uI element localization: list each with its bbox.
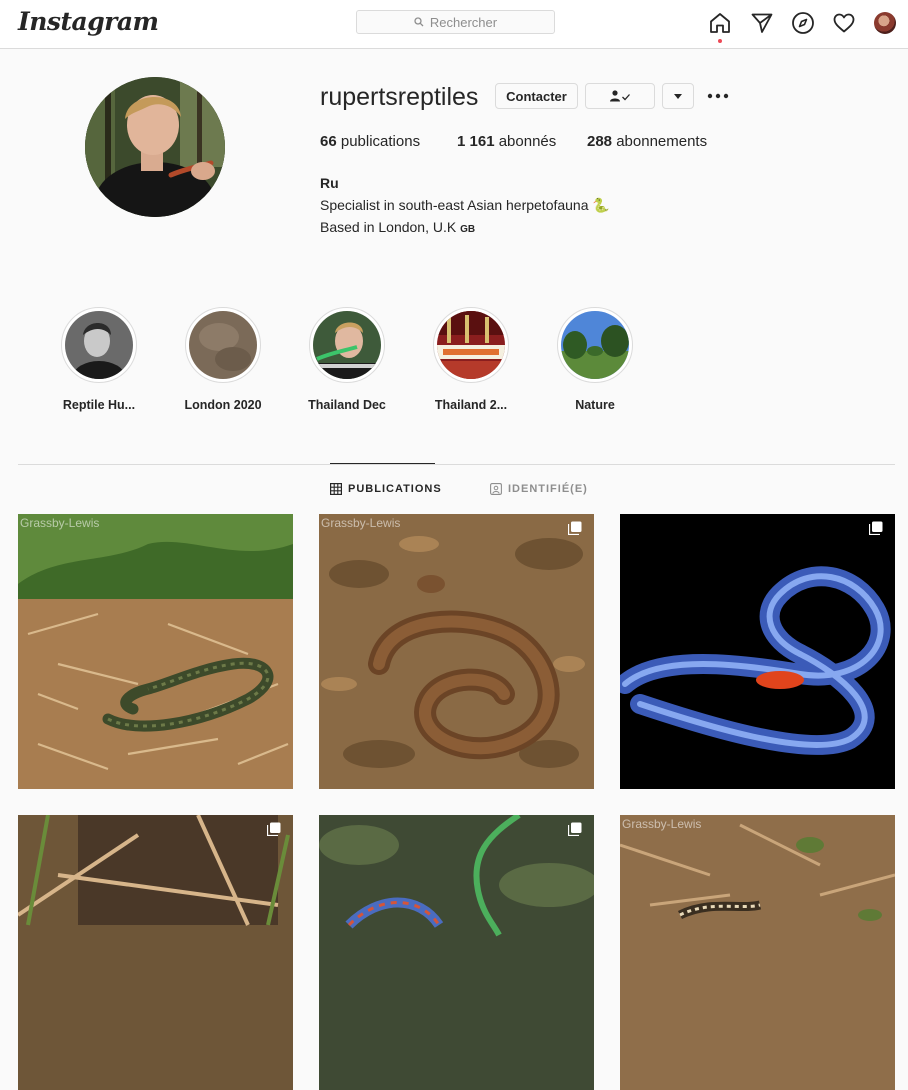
highlight-cover — [65, 311, 133, 379]
photo-watermark: Grassby-Lewis — [321, 516, 401, 530]
highlight-cover — [437, 311, 505, 379]
suggestions-dropdown-button[interactable] — [662, 83, 694, 109]
bio-line-location: Based in London, U.K GB — [320, 219, 476, 235]
followers-count[interactable]: 1 161 abonnés — [457, 133, 556, 150]
search-placeholder: Rechercher — [429, 14, 498, 30]
highlight-nature[interactable]: Nature — [555, 307, 635, 412]
post-thumbnail[interactable]: Grassby-Lewis — [319, 514, 594, 789]
explore-compass-icon[interactable] — [791, 11, 815, 35]
post-thumbnail[interactable] — [319, 815, 594, 1090]
highlight-london-2020[interactable]: London 2020 — [183, 307, 263, 412]
highlight-cover — [561, 311, 629, 379]
bio-line-specialty: Specialist in south-east Asian herpetofa… — [320, 197, 610, 213]
carousel-icon — [869, 521, 883, 535]
profile-username: rupertsreptiles — [320, 83, 479, 111]
search-input[interactable]: Rechercher — [356, 10, 555, 34]
search-icon — [414, 17, 424, 27]
following-button[interactable] — [585, 83, 655, 109]
contact-button[interactable]: Contacter — [495, 83, 578, 109]
home-icon[interactable] — [708, 11, 732, 43]
highlight-thailand-dec[interactable]: Thailand Dec — [307, 307, 387, 412]
post-thumbnail[interactable] — [620, 514, 895, 789]
more-options-icon[interactable] — [706, 86, 730, 106]
profile-avatar-icon[interactable] — [874, 12, 896, 34]
posts-count: 66 publications — [320, 133, 421, 150]
grid-icon — [330, 483, 342, 495]
photo-watermark: Grassby-Lewis — [20, 516, 100, 530]
top-navigation-bar: Instagram Rechercher — [0, 0, 908, 49]
post-thumbnail[interactable] — [18, 815, 293, 1090]
highlight-label: Reptile Hu... — [62, 398, 136, 412]
tab-publications[interactable]: PUBLICATIONS — [330, 483, 442, 495]
tabs-divider — [18, 464, 895, 465]
notification-dot — [718, 39, 722, 43]
carousel-icon — [568, 822, 582, 836]
caret-down-icon — [674, 93, 682, 99]
profile-picture[interactable] — [85, 77, 225, 217]
highlight-cover — [189, 311, 257, 379]
activity-heart-icon[interactable] — [832, 11, 856, 35]
carousel-icon — [568, 521, 582, 535]
following-count[interactable]: 288 abonnements — [587, 133, 707, 150]
highlight-cover — [313, 311, 381, 379]
photo-watermark: Grassby-Lewis — [622, 817, 702, 831]
active-tab-indicator — [330, 463, 435, 464]
direct-message-icon[interactable] — [750, 11, 774, 35]
post-thumbnail[interactable]: Grassby-Lewis — [18, 514, 293, 789]
highlight-label: Thailand 2... — [434, 398, 508, 412]
highlight-reptile-hunting[interactable]: Reptile Hu... — [59, 307, 139, 412]
post-thumbnail[interactable]: Grassby-Lewis — [620, 815, 895, 1090]
highlight-label: Nature — [575, 398, 615, 412]
tab-tagged[interactable]: IDENTIFIÉ(E) — [490, 483, 588, 495]
highlight-thailand-2[interactable]: Thailand 2... — [431, 307, 511, 412]
tagged-person-icon — [490, 483, 502, 495]
carousel-icon — [267, 822, 281, 836]
profile-bio: Ru Specialist in south-east Asian herpet… — [320, 172, 610, 241]
profile-full-name: Ru — [320, 175, 339, 191]
person-check-icon — [610, 90, 630, 102]
highlight-label: Thailand Dec — [308, 398, 386, 412]
highlight-label: London 2020 — [184, 398, 262, 412]
flag-badge: GB — [460, 224, 476, 235]
instagram-logo[interactable]: Instagram — [18, 7, 159, 36]
